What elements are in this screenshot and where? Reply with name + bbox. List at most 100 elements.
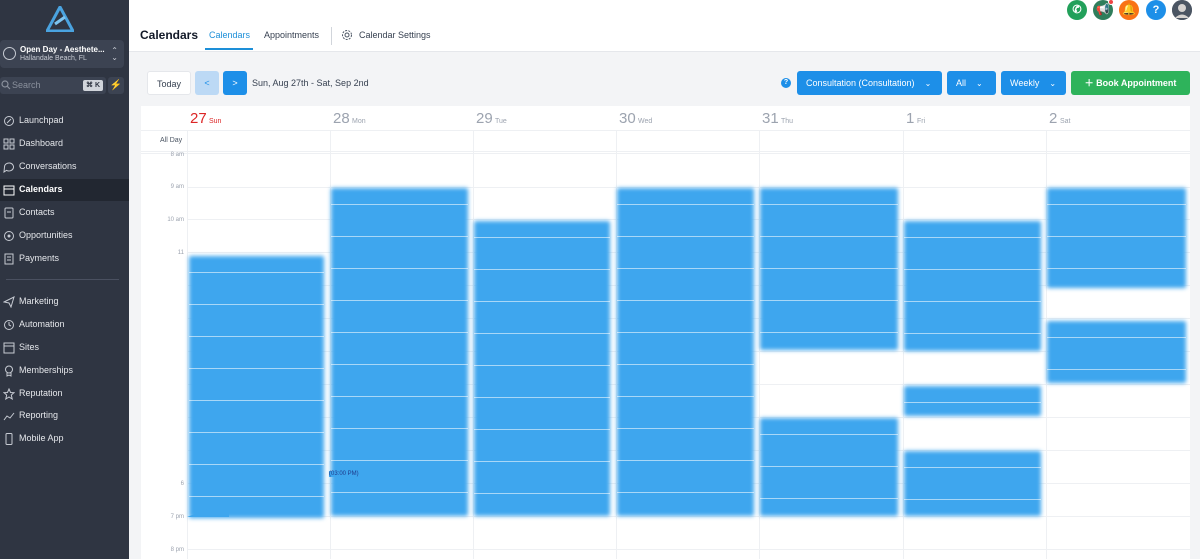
avatar[interactable] <box>1172 0 1192 20</box>
chevron-down-icon: ⌄ <box>1049 79 1057 88</box>
sidebar-item-calendars[interactable]: Calendars <box>0 179 129 201</box>
day-header[interactable]: 31 Thu <box>759 106 902 130</box>
appointment-block[interactable] <box>617 188 754 516</box>
appointment-block[interactable] <box>1047 321 1186 383</box>
megaphone-icon: 📢 <box>1096 4 1110 16</box>
sidebar-item-payments[interactable]: Payments <box>0 248 129 270</box>
calendar-select[interactable]: Consultation (Consultation) ⌄ <box>797 71 942 95</box>
sidebar-item-conversations[interactable]: Conversations <box>0 156 129 178</box>
book-appointment-label: Book Appointment <box>1096 78 1177 88</box>
phone-icon: ✆ <box>1072 4 1082 16</box>
sidebar-item-memberships[interactable]: Memberships <box>0 360 129 382</box>
day-number: 2 <box>1049 110 1058 127</box>
day-header[interactable]: 30 Wed <box>616 106 759 130</box>
book-appointment-button[interactable]: ＋ Book Appointment <box>1071 71 1190 95</box>
sidebar-item-label: Payments <box>19 253 60 263</box>
appointment-divider <box>331 492 468 493</box>
appointment-block[interactable] <box>1047 188 1186 288</box>
sites-icon <box>3 342 15 354</box>
sidebar-item-opportunities[interactable]: Opportunities <box>0 225 129 247</box>
day-number: 29 <box>476 110 493 127</box>
sidebar-item-label: Conversations <box>19 161 77 171</box>
star-icon <box>3 388 15 400</box>
all-day-label: All Day <box>160 137 183 144</box>
grid-line <box>141 130 1190 131</box>
appointment-block[interactable] <box>904 386 1041 416</box>
mobile-icon <box>5 433 13 445</box>
help-button[interactable]: ? <box>1146 0 1166 20</box>
appointment-divider <box>760 268 898 269</box>
sidebar-item-label: Launchpad <box>19 115 64 125</box>
appointment-divider <box>474 365 610 366</box>
location-icon <box>3 47 16 60</box>
appointment-divider <box>189 368 324 369</box>
sidebar-item-dashboard[interactable]: Dashboard <box>0 133 129 155</box>
calendar-select-value: Consultation (Consultation) <box>806 78 915 88</box>
day-name: Tue <box>495 118 507 125</box>
search-input[interactable]: Search ⌘ K <box>0 77 106 94</box>
sidebar-item-reputation[interactable]: Reputation <box>0 383 129 405</box>
appointment-block[interactable] <box>474 221 610 516</box>
sidebar-item-label: Dashboard <box>19 138 64 148</box>
appointment-block[interactable] <box>760 188 898 350</box>
sidebar-item-reporting[interactable]: Reporting <box>0 405 129 427</box>
appointment-divider <box>904 333 1041 334</box>
day-header[interactable]: 1 Fri <box>903 106 1046 130</box>
appointment-block[interactable] <box>904 221 1041 351</box>
day-name: Wed <box>638 118 653 125</box>
grid-line <box>141 153 1190 154</box>
quick-action-button[interactable]: ⚡ <box>108 77 124 94</box>
sidebar-item-contacts[interactable]: Contacts <box>0 202 129 224</box>
sidebar-item-automation[interactable]: Automation <box>0 314 129 336</box>
appointment-block[interactable] <box>331 188 468 516</box>
user-avatar-icon <box>1172 0 1192 20</box>
appointment-block[interactable] <box>760 418 898 516</box>
tab-appointments[interactable]: Appointments <box>264 30 319 40</box>
search-shortcut: ⌘ K <box>83 80 103 91</box>
prev-week-button[interactable]: < <box>195 71 219 95</box>
view-select[interactable]: Weekly ⌄ <box>1001 71 1066 95</box>
sidebar-divider <box>6 279 119 280</box>
filter-select-value: All <box>956 78 967 88</box>
appointment-divider <box>617 332 754 333</box>
sidebar-item-label: Reporting <box>19 410 59 420</box>
day-header[interactable]: 28 Mon <box>330 106 473 130</box>
appointment-divider <box>189 432 324 433</box>
appointment-divider <box>617 492 754 493</box>
appointment-divider <box>760 466 898 467</box>
appointment-block[interactable] <box>904 451 1041 516</box>
location-switcher[interactable]: Open Day - Aesthete... Hallandale Beach,… <box>0 40 124 68</box>
phone-button[interactable]: ✆ <box>1067 0 1087 20</box>
hour-line <box>187 516 1190 517</box>
tab-calendar-settings[interactable]: Calendar Settings <box>359 30 431 40</box>
today-button[interactable]: Today <box>147 71 191 95</box>
appointment-divider <box>189 336 324 337</box>
sidebar-item-marketing[interactable]: Marketing <box>0 291 129 313</box>
hour-line <box>187 549 1190 550</box>
appointment-divider <box>760 204 898 205</box>
next-week-button[interactable]: > <box>223 71 247 95</box>
appointment-divider <box>617 300 754 301</box>
appointment-divider <box>474 397 610 398</box>
time-label: 8 pm <box>170 547 184 553</box>
calendar-icon <box>3 185 15 196</box>
tab-calendars[interactable]: Calendars <box>209 30 250 40</box>
sidebar-item-mobile-app[interactable]: Mobile App <box>0 428 129 450</box>
appointment-divider <box>760 332 898 333</box>
day-name: Thu <box>781 118 794 125</box>
announcements-button[interactable]: 📢 <box>1093 0 1114 20</box>
appointment-divider <box>904 499 1041 500</box>
appointment-block[interactable] <box>189 256 324 518</box>
day-header[interactable]: 29 Tue <box>473 106 616 130</box>
app-logo[interactable] <box>46 6 74 32</box>
info-icon[interactable]: ? <box>781 78 791 88</box>
notifications-button[interactable]: 🔔 <box>1119 0 1139 20</box>
day-header[interactable]: 27 Sun <box>187 106 330 130</box>
grid-line <box>141 151 1190 152</box>
filter-select[interactable]: All ⌄ <box>947 71 996 95</box>
sidebar-item-sites[interactable]: Sites <box>0 337 129 359</box>
chevron-down-icon: ⌄ <box>924 79 932 88</box>
sidebar-item-launchpad[interactable]: Launchpad <box>0 110 129 132</box>
appointment-divider <box>331 428 468 429</box>
day-header[interactable]: 2 Sat <box>1046 106 1189 130</box>
